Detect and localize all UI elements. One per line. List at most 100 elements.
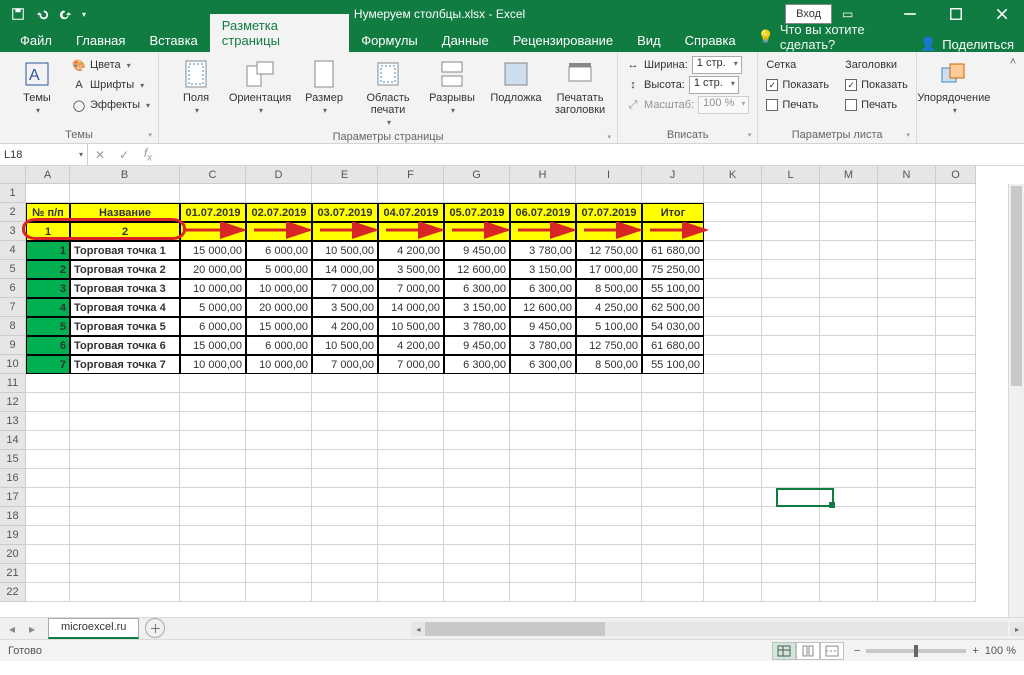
- view-normal-button[interactable]: [772, 642, 796, 660]
- row-19[interactable]: 19: [0, 526, 26, 545]
- col-H[interactable]: H: [510, 166, 576, 184]
- view-page-layout-button[interactable]: [796, 642, 820, 660]
- col-O[interactable]: O: [936, 166, 976, 184]
- size-button[interactable]: Размер▾: [295, 56, 353, 117]
- sheet-tab[interactable]: microexcel.ru: [48, 618, 139, 639]
- new-sheet-button[interactable]: ＋: [145, 618, 165, 638]
- col-A[interactable]: A: [26, 166, 70, 184]
- row-9[interactable]: 9: [0, 336, 26, 355]
- tab-рецензирование[interactable]: Рецензирование: [501, 29, 625, 52]
- row-headers[interactable]: 12345678910111213141516171819202122: [0, 184, 26, 602]
- tab-справка[interactable]: Справка: [673, 29, 748, 52]
- tab-данные[interactable]: Данные: [430, 29, 501, 52]
- col-I[interactable]: I: [576, 166, 642, 184]
- col-C[interactable]: C: [180, 166, 246, 184]
- share-button[interactable]: 👤 Поделиться: [920, 36, 1014, 52]
- theme-fonts[interactable]: AШрифты▾: [72, 76, 150, 94]
- breaks-button[interactable]: Разрывы▾: [423, 56, 481, 117]
- tab-вставка[interactable]: Вставка: [137, 29, 209, 52]
- row-12[interactable]: 12: [0, 393, 26, 412]
- formula-bar: L18 ✕ ✓ fx: [0, 144, 1024, 166]
- row-15[interactable]: 15: [0, 450, 26, 469]
- margins-button[interactable]: Поля▾: [167, 56, 225, 117]
- row-4[interactable]: 4: [0, 241, 26, 260]
- tab-главная[interactable]: Главная: [64, 29, 137, 52]
- row-2[interactable]: 2: [0, 203, 26, 222]
- login-button[interactable]: Вход: [785, 4, 832, 24]
- col-B[interactable]: B: [70, 166, 180, 184]
- col-F[interactable]: F: [378, 166, 444, 184]
- spreadsheet-grid[interactable]: ABCDEFGHIJKLMNO 123456789101112131415161…: [0, 166, 1024, 617]
- view-page-break-button[interactable]: [820, 642, 844, 660]
- zoom-slider[interactable]: [866, 649, 966, 653]
- theme-effects[interactable]: ◯Эффекты▾: [72, 96, 150, 114]
- headings-print-check[interactable]: Печать: [845, 96, 908, 114]
- col-E[interactable]: E: [312, 166, 378, 184]
- row-14[interactable]: 14: [0, 431, 26, 450]
- row-5[interactable]: 5: [0, 260, 26, 279]
- row-8[interactable]: 8: [0, 317, 26, 336]
- row-20[interactable]: 20: [0, 545, 26, 564]
- select-all-corner[interactable]: [0, 166, 26, 184]
- headings-view-check[interactable]: Показать: [845, 76, 908, 94]
- tab-формулы[interactable]: Формулы: [349, 29, 430, 52]
- print-area-button[interactable]: Область печати▾: [359, 56, 417, 129]
- ribbon-options-icon[interactable]: ▭: [842, 7, 886, 21]
- row-6[interactable]: 6: [0, 279, 26, 298]
- col-N[interactable]: N: [878, 166, 936, 184]
- col-M[interactable]: M: [820, 166, 878, 184]
- row-3[interactable]: 3: [0, 222, 26, 241]
- row-7[interactable]: 7: [0, 298, 26, 317]
- row-13[interactable]: 13: [0, 412, 26, 431]
- tab-вид[interactable]: Вид: [625, 29, 673, 52]
- row-16[interactable]: 16: [0, 469, 26, 488]
- row-22[interactable]: 22: [0, 583, 26, 602]
- undo-icon[interactable]: [32, 4, 52, 24]
- col-K[interactable]: K: [704, 166, 762, 184]
- column-headers[interactable]: ABCDEFGHIJKLMNO: [26, 166, 976, 184]
- tab-scroll-first[interactable]: ◂: [4, 621, 20, 637]
- col-D[interactable]: D: [246, 166, 312, 184]
- maximize-button[interactable]: [934, 0, 978, 28]
- horizontal-scrollbar[interactable]: ◂ ▸: [165, 618, 1024, 639]
- fx-icon[interactable]: fx: [136, 146, 160, 163]
- themes-button[interactable]: A Темы▾: [8, 56, 66, 117]
- fit-width-combo[interactable]: 1 стр.: [692, 56, 742, 74]
- tell-me[interactable]: 💡 Что вы хотите сделать?: [758, 22, 920, 52]
- print-titles-button[interactable]: Печатать заголовки: [551, 56, 609, 118]
- name-box[interactable]: L18: [0, 144, 88, 165]
- fit-height-combo[interactable]: 1 стр.: [689, 76, 739, 94]
- lightbulb-icon: 💡: [758, 29, 774, 45]
- col-G[interactable]: G: [444, 166, 510, 184]
- redo-icon[interactable]: [56, 4, 76, 24]
- background-button[interactable]: Подложка: [487, 56, 545, 106]
- tab-файл[interactable]: Файл: [8, 29, 64, 52]
- col-J[interactable]: J: [642, 166, 704, 184]
- quick-access-toolbar: ▾: [0, 4, 94, 24]
- row-10[interactable]: 10: [0, 355, 26, 374]
- row-21[interactable]: 21: [0, 564, 26, 583]
- tab-разметка страницы[interactable]: Разметка страницы: [210, 14, 349, 52]
- save-icon[interactable]: [8, 4, 28, 24]
- zoom-in-button[interactable]: +: [972, 645, 978, 657]
- arrange-button[interactable]: Упорядочение▾: [925, 56, 983, 117]
- zoom-out-button[interactable]: −: [854, 645, 860, 657]
- vertical-scrollbar[interactable]: [1008, 184, 1024, 617]
- group-sheet-options: Сетка Показать Печать Заголовки Показать…: [758, 52, 917, 143]
- theme-colors[interactable]: 🎨Цвета▾: [72, 56, 150, 74]
- collapse-ribbon-icon[interactable]: ˄: [1002, 52, 1024, 143]
- gridlines-view-check[interactable]: Показать: [766, 76, 829, 94]
- close-button[interactable]: [980, 0, 1024, 28]
- row-11[interactable]: 11: [0, 374, 26, 393]
- tab-scroll-prev[interactable]: ▸: [24, 621, 40, 637]
- row-17[interactable]: 17: [0, 488, 26, 507]
- ribbon-tabs: ФайлГлавнаяВставкаРазметка страницыФорму…: [0, 28, 1024, 52]
- row-1[interactable]: 1: [0, 184, 26, 203]
- orientation-button[interactable]: Ориентация▾: [231, 56, 289, 117]
- margins-icon: [180, 58, 212, 90]
- row-18[interactable]: 18: [0, 507, 26, 526]
- share-icon: 👤: [920, 36, 936, 52]
- zoom-level[interactable]: 100 %: [985, 645, 1016, 657]
- gridlines-print-check[interactable]: Печать: [766, 96, 829, 114]
- col-L[interactable]: L: [762, 166, 820, 184]
